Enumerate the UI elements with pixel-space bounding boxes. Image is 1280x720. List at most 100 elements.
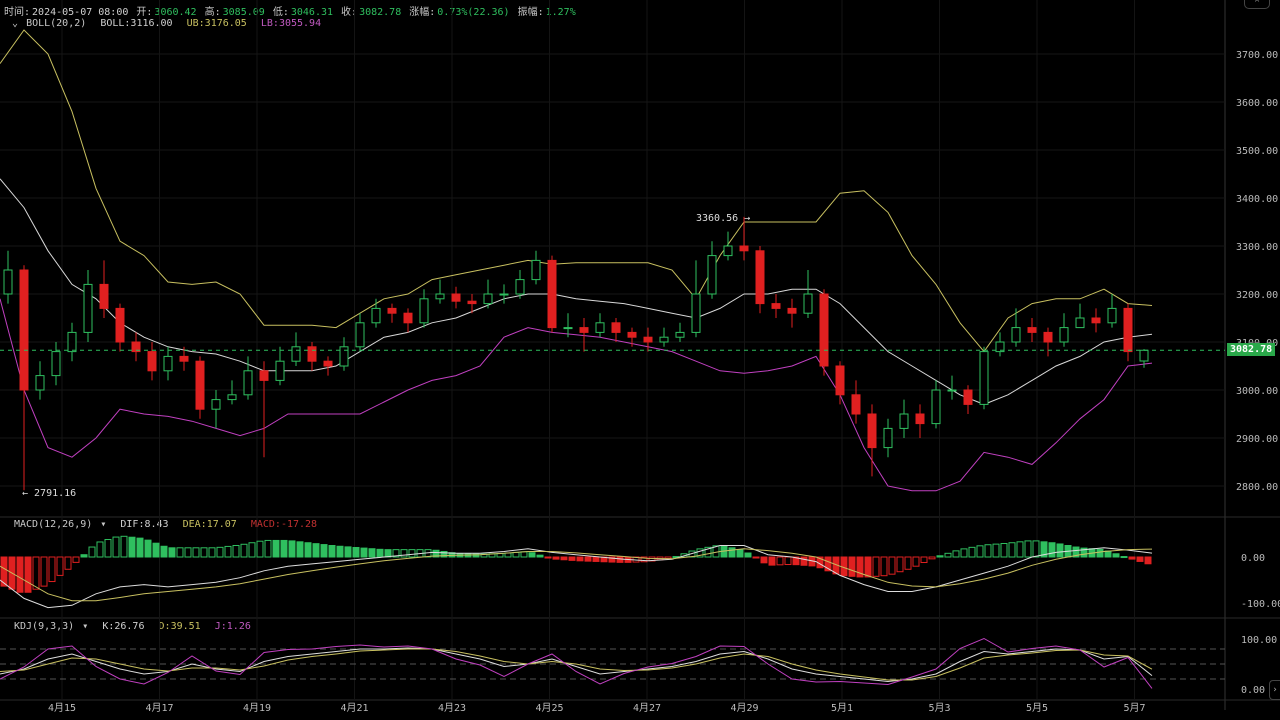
macd-histogram-bar [168, 547, 176, 558]
macd-histogram-bar [240, 543, 248, 558]
candle-body [547, 259, 557, 329]
boll-upper-line [0, 29, 1153, 353]
candle-body [883, 427, 893, 449]
macd-histogram-bar [336, 545, 344, 558]
candle [387, 303, 397, 323]
candle [275, 346, 285, 386]
candle [355, 313, 365, 352]
candle-body [227, 394, 237, 401]
current-price-tag: 3082.78 [1227, 343, 1276, 356]
candle [883, 418, 893, 458]
macd-histogram-bar [736, 549, 744, 558]
candle-body [979, 351, 989, 405]
candle-body [1123, 307, 1133, 353]
macd-histogram-bar [224, 545, 232, 558]
date-tick-label: 4月19 [243, 702, 271, 714]
candle [899, 399, 909, 438]
macd-histogram-bar [1008, 542, 1016, 558]
candle [1027, 318, 1037, 342]
macd-histogram-bar [32, 556, 40, 590]
macd-histogram-bar [520, 551, 528, 558]
candle-body [915, 413, 925, 425]
candle [691, 260, 701, 338]
candle [451, 286, 461, 309]
candle [995, 332, 1005, 357]
candle-body [275, 360, 285, 381]
macd-tick-label: 0.00 [1241, 553, 1265, 564]
macd-histogram-bar [256, 540, 264, 558]
candle-body [147, 351, 157, 372]
candle [1139, 349, 1149, 368]
candle-body [1043, 331, 1053, 343]
macd-histogram-bar [152, 542, 160, 558]
candle [755, 246, 765, 314]
candle [83, 270, 93, 342]
macd-histogram-bar [120, 535, 128, 558]
collapse-up-button[interactable]: ^ [1244, 0, 1270, 9]
macd-histogram-bar [936, 555, 944, 558]
candle [723, 231, 733, 261]
candle-body [483, 293, 493, 305]
macd-histogram-bar [296, 541, 304, 558]
candle-body [451, 293, 461, 302]
macd-histogram-bar [1024, 540, 1032, 558]
macd-histogram-bar [872, 556, 880, 577]
macd-histogram-bar [304, 542, 312, 558]
candle-body [835, 365, 845, 396]
candle-body [851, 394, 861, 415]
boll-lower-line [0, 298, 1153, 492]
macd-histogram-bar [144, 539, 152, 558]
candle-body [67, 331, 77, 353]
macd-histogram-bar [560, 556, 568, 561]
candle [259, 361, 269, 458]
macd-histogram-bar [320, 544, 328, 558]
candle [131, 332, 141, 362]
macd-histogram-bar [232, 545, 240, 558]
candle [195, 356, 205, 419]
candle-body [867, 413, 877, 449]
candle-body [291, 346, 301, 362]
candle [707, 241, 717, 299]
candle-body [403, 312, 413, 324]
macd-histogram-bar [616, 556, 624, 563]
candle [643, 327, 653, 352]
macd-histogram-bar [344, 546, 352, 558]
date-tick-label: 5月3 [928, 702, 950, 714]
macd-histogram-bar [928, 556, 936, 560]
macd-histogram-bar [48, 556, 56, 583]
candle-body [1027, 327, 1037, 333]
expand-right-button[interactable]: › [1269, 680, 1280, 700]
candle [963, 385, 973, 414]
macd-histogram-bar [200, 547, 208, 558]
macd-histogram-bar [216, 546, 224, 558]
max-price-annotation: 3360.56 → [696, 213, 750, 224]
macd-histogram-bar [952, 550, 960, 558]
macd-histogram-bar [112, 536, 120, 558]
candle [1059, 313, 1069, 347]
macd-histogram-bar [184, 547, 192, 558]
macd-histogram-bar [368, 548, 376, 558]
candle [307, 342, 317, 371]
macd-histogram-bar [40, 556, 48, 587]
candle-body [435, 293, 445, 300]
candle-body [259, 370, 269, 381]
candle-body [387, 307, 397, 314]
candle [1043, 327, 1053, 357]
candle-body [1059, 327, 1069, 343]
macd-histogram-bar [944, 552, 952, 558]
candle [371, 298, 381, 328]
macd-histogram-bar [136, 537, 144, 558]
price-tick-label: 3200.00 [1236, 290, 1278, 301]
macd-histogram-bar [1112, 553, 1120, 558]
macd-histogram-bar [208, 547, 216, 558]
candle-body [771, 303, 781, 309]
date-tick-label: 4月29 [730, 702, 758, 714]
candle-body [963, 389, 973, 405]
candlestick-chart[interactable]: 3700.00 3600.00 3500.00 3400.00 3300.00 3200.… [0, 0, 1280, 720]
kdj-j-line [0, 637, 1153, 689]
date-tick-label: 4月25 [535, 702, 563, 714]
candle-body [675, 331, 685, 338]
macd-histogram-bar [760, 556, 768, 564]
candle-body [211, 399, 221, 410]
candle [67, 322, 77, 362]
